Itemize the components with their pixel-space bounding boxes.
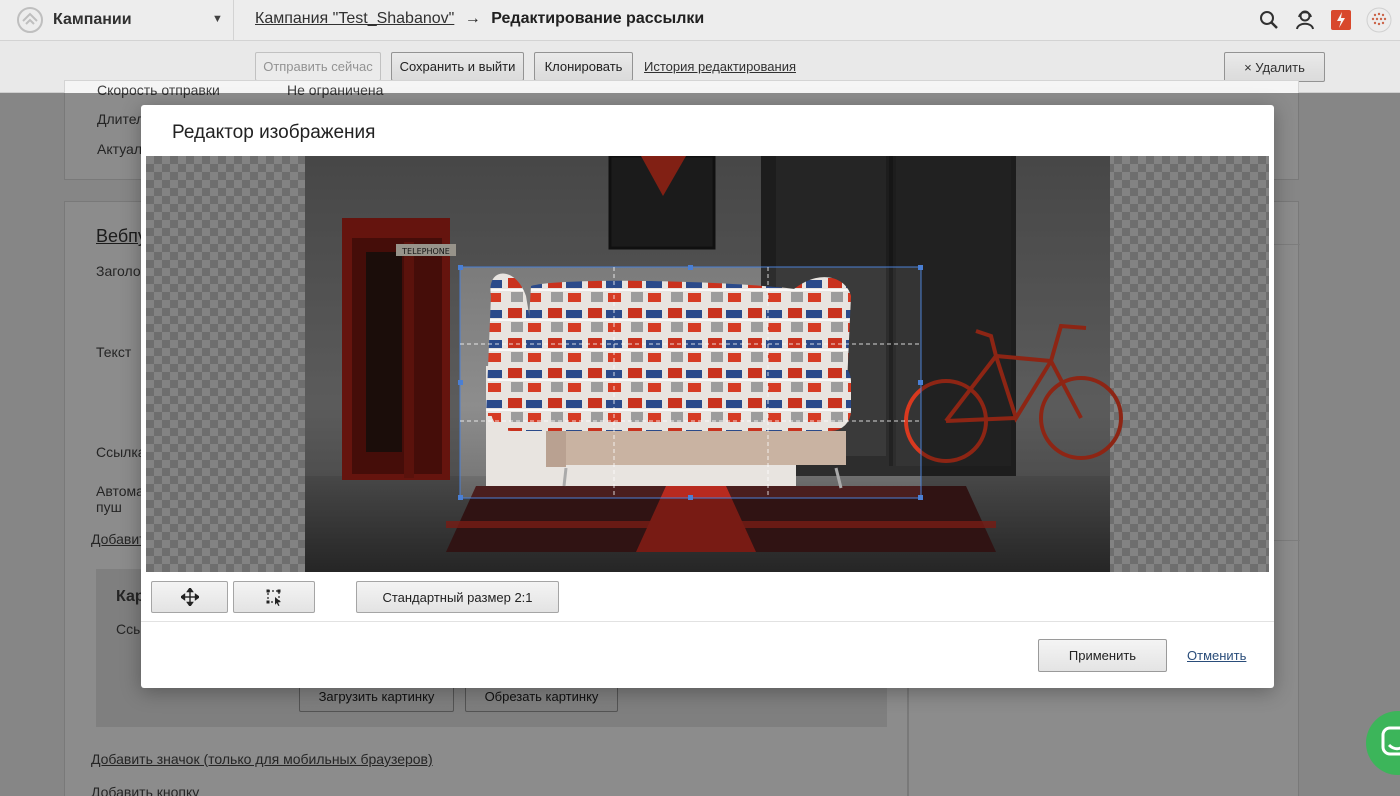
crop-tool-button[interactable] <box>233 581 315 613</box>
crop-select-icon <box>266 589 281 606</box>
move-arrows-icon <box>180 588 199 606</box>
chat-icon <box>1381 726 1400 756</box>
move-tool-button[interactable] <box>151 581 228 613</box>
standard-size-button[interactable]: Стандартный размер 2:1 <box>356 581 559 613</box>
cancel-link[interactable]: Отменить <box>1187 648 1246 663</box>
dialog-divider <box>141 621 1274 622</box>
crop-overlay[interactable] <box>146 156 1269 572</box>
dialog-title: Редактор изображения <box>172 122 376 143</box>
crop-handles <box>458 265 923 500</box>
image-canvas[interactable]: TELEPHONE <box>146 156 1269 572</box>
image-editor-dialog: Редактор изображения Стандартный размер … <box>141 105 1274 688</box>
apply-button[interactable]: Применить <box>1038 639 1167 672</box>
overlay-top <box>0 0 1400 93</box>
